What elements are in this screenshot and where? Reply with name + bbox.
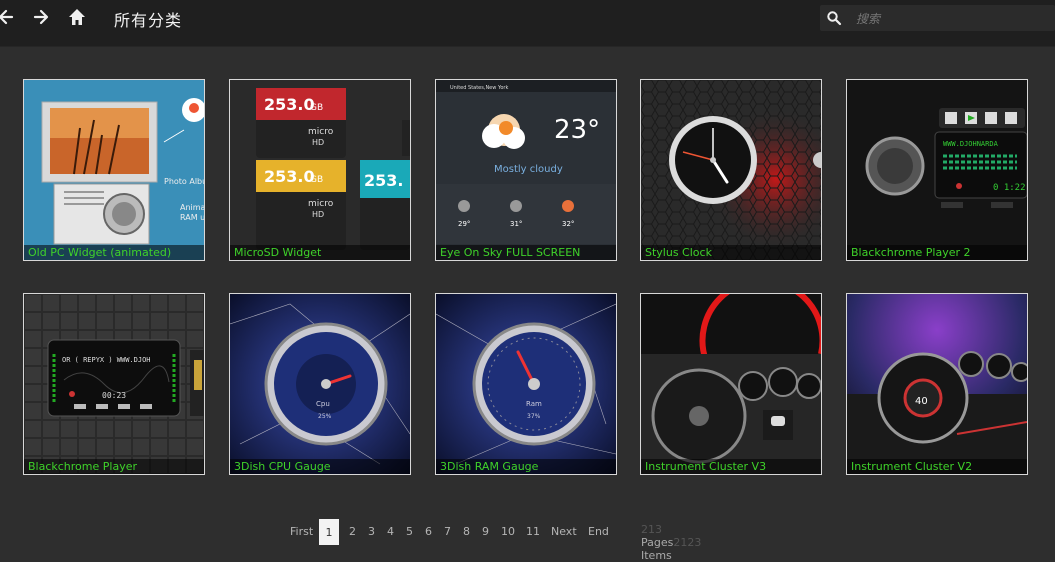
sd-unit-text: GB	[310, 175, 323, 185]
tile-label: Instrument Cluster V2	[847, 459, 1027, 474]
forward-arrow-icon[interactable]	[30, 6, 52, 28]
current-page[interactable]: 1	[319, 519, 339, 545]
weather-temp-text: 23°	[554, 115, 600, 145]
first-page-link[interactable]: First	[290, 525, 313, 538]
tile-label: Instrument Cluster V3	[641, 459, 821, 474]
ram-text: RAM u	[180, 213, 204, 222]
tile-label: Blackchrome Player	[24, 459, 204, 474]
sd-brand-text: micro	[308, 199, 334, 209]
player2-thumbnail: WWW.DJOHNARDA 0 1:22	[847, 80, 1027, 260]
cluster-v3-thumbnail	[641, 294, 821, 474]
sd-partial-text: 253.	[364, 171, 403, 190]
end-page-link[interactable]: End	[588, 525, 609, 538]
page-link[interactable]: 8	[463, 525, 470, 538]
page-link[interactable]: 9	[482, 525, 489, 538]
cluster-v2-thumbnail: 40	[847, 294, 1027, 474]
page-link[interactable]: 5	[406, 525, 413, 538]
page-link[interactable]: 10	[501, 525, 515, 538]
widget-tile-cpu-gauge[interactable]: Cpu 25% 3Dish CPU Gauge	[229, 293, 411, 475]
search-input[interactable]	[854, 8, 1048, 30]
items-word: Items	[641, 549, 672, 562]
ram-gauge-thumbnail: Ram 37%	[436, 294, 616, 474]
sd-hc-text: HD	[312, 210, 324, 219]
widget-tile-old-pc[interactable]: Photo Album Animat RAM u Old PC Widget (…	[23, 79, 205, 261]
page-link[interactable]: 11	[526, 525, 540, 538]
tile-label: Blackchrome Player 2	[847, 245, 1027, 260]
player-marquee-text: OR ( REPYX ) WWW.DJOH	[62, 356, 151, 364]
player-time-text: 00:23	[102, 391, 126, 400]
tile-label: 3Dish RAM Gauge	[436, 459, 616, 474]
top-bar: 所有分类	[0, 0, 1055, 47]
widget-tile-blackchrome-player-2[interactable]: WWW.DJOHNARDA 0 1:22 Blackchrome Player …	[846, 79, 1028, 261]
sd-size-text: 253.0	[264, 167, 315, 186]
tile-label: Eye On Sky FULL SCREEN	[436, 245, 616, 260]
player-url-text: WWW.DJOHNARDA	[943, 140, 999, 148]
clock-thumbnail	[641, 80, 821, 260]
sd-unit-text: GB	[310, 103, 323, 113]
tile-label: Old PC Widget (animated)	[24, 245, 204, 260]
weather-thumbnail: United States,New York 23° Mostly cloudy…	[436, 80, 616, 260]
total-items-count: 2123	[673, 536, 702, 549]
photo-album-text: Photo Album	[164, 177, 204, 186]
widget-tile-eye-on-sky[interactable]: United States,New York 23° Mostly cloudy…	[435, 79, 617, 261]
pages-word: Pages	[641, 536, 674, 549]
sd-brand-text: micro	[308, 127, 334, 137]
tile-label: 3Dish CPU Gauge	[230, 459, 410, 474]
cpu-value-text: 25%	[318, 413, 332, 420]
widget-tile-blackchrome-player[interactable]: OR ( REPYX ) WWW.DJOH 00:23 Blackchrome …	[23, 293, 205, 475]
back-arrow-icon[interactable]	[0, 6, 18, 28]
animated-text: Animat	[180, 203, 204, 212]
cluster-speed-text: 40	[915, 396, 928, 407]
player-time-text: 0 1:22	[993, 183, 1026, 193]
ram-value-text: 37%	[527, 413, 541, 420]
player-thumbnail: OR ( REPYX ) WWW.DJOH 00:23	[24, 294, 204, 474]
widget-tile-instrument-cluster-v2[interactable]: 40 Instrument Cluster V2	[846, 293, 1028, 475]
page-link[interactable]: 2	[349, 525, 356, 538]
search-icon[interactable]	[826, 10, 842, 26]
page-link[interactable]: 7	[444, 525, 451, 538]
microsd-thumbnail: 253.0 GB micro HD 253.0 GB micro HD 253.	[230, 80, 410, 260]
widget-tile-stylus-clock[interactable]: Stylus Clock	[640, 79, 822, 261]
total-pages-count: 213	[641, 523, 662, 536]
ram-label-text: Ram	[526, 400, 542, 408]
old-pc-thumbnail: Photo Album Animat RAM u	[24, 80, 204, 260]
page-link[interactable]: 4	[387, 525, 394, 538]
page-count-summary: 213 Pages2123 Items	[641, 523, 701, 562]
weather-desc-text: Mostly cloudy	[494, 164, 563, 175]
home-icon[interactable]	[66, 6, 88, 28]
tile-label: Stylus Clock	[641, 245, 821, 260]
sd-hc-text: HD	[312, 138, 324, 147]
page-title: 所有分类	[114, 11, 183, 30]
page-link[interactable]: 3	[368, 525, 375, 538]
page-link[interactable]: 6	[425, 525, 432, 538]
search-box[interactable]	[820, 5, 1055, 31]
next-page-link[interactable]: Next	[551, 525, 577, 538]
weather-location-text: United States,New York	[450, 85, 508, 91]
sd-size-text: 253.0	[264, 95, 315, 114]
widget-tile-ram-gauge[interactable]: Ram 37% 3Dish RAM Gauge	[435, 293, 617, 475]
weather-day-temp: 29°	[458, 220, 470, 228]
cpu-label-text: Cpu	[316, 400, 330, 408]
cpu-gauge-thumbnail: Cpu 25%	[230, 294, 410, 474]
tile-label: MicroSD Widget	[230, 245, 410, 260]
weather-day-temp: 32°	[562, 220, 574, 228]
widget-tile-instrument-cluster-v3[interactable]: Instrument Cluster V3	[640, 293, 822, 475]
widget-tile-microsd[interactable]: 253.0 GB micro HD 253.0 GB micro HD 253.…	[229, 79, 411, 261]
weather-day-temp: 31°	[510, 220, 522, 228]
